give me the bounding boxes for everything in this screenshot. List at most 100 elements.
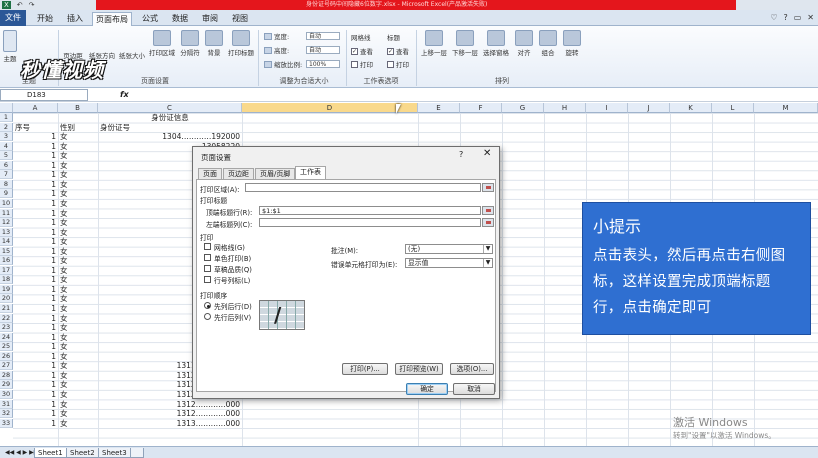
column-header-i[interactable]: I bbox=[586, 103, 628, 113]
index-cell[interactable]: 1 bbox=[13, 333, 56, 342]
index-cell[interactable]: 1 bbox=[13, 199, 56, 208]
align-button[interactable]: 对齐 bbox=[514, 30, 534, 57]
row-header[interactable]: 26 bbox=[0, 351, 13, 361]
redo-icon[interactable]: ↷ bbox=[29, 1, 35, 9]
index-cell[interactable]: 1 bbox=[13, 218, 56, 227]
gender-cell[interactable]: 女 bbox=[60, 275, 98, 284]
column-header-k[interactable]: K bbox=[670, 103, 712, 113]
left-cols-input[interactable] bbox=[259, 218, 481, 227]
column-header-f[interactable]: F bbox=[460, 103, 502, 113]
gridlines-checkbox[interactable] bbox=[204, 243, 211, 250]
index-cell[interactable]: 1 bbox=[13, 304, 56, 313]
column-header-b[interactable]: B bbox=[58, 103, 98, 113]
gender-cell[interactable]: 女 bbox=[60, 180, 98, 189]
restore-icon[interactable]: ▭ bbox=[794, 13, 802, 22]
gender-cell[interactable]: 女 bbox=[60, 228, 98, 237]
row-header[interactable]: 7 bbox=[0, 170, 13, 180]
index-cell[interactable]: 1 bbox=[13, 285, 56, 294]
headings-view-checkbox[interactable]: ✓ 查看 bbox=[387, 46, 409, 56]
dialog-tab-margins[interactable]: 页边距 bbox=[223, 168, 254, 179]
id-cell[interactable]: 1304…………192000 bbox=[98, 132, 240, 141]
row-header[interactable]: 22 bbox=[0, 313, 13, 323]
gender-cell[interactable]: 女 bbox=[60, 218, 98, 227]
row-header[interactable]: 2 bbox=[0, 122, 13, 132]
row-header[interactable]: 30 bbox=[0, 389, 13, 399]
gender-cell[interactable]: 女 bbox=[60, 209, 98, 218]
row-header[interactable]: 25 bbox=[0, 342, 13, 352]
gender-cell[interactable]: 女 bbox=[60, 361, 98, 370]
sheet-tab-sheet2[interactable]: Sheet2 bbox=[66, 448, 99, 458]
gender-cell[interactable]: 女 bbox=[60, 247, 98, 256]
row-header[interactable]: 8 bbox=[0, 179, 13, 189]
print-preview-button[interactable]: 打印预览(W) bbox=[395, 363, 443, 375]
index-cell[interactable]: 1 bbox=[13, 419, 56, 428]
row-header[interactable]: 14 bbox=[0, 237, 13, 247]
gender-cell[interactable]: 女 bbox=[60, 304, 98, 313]
row-col-headings-checkbox[interactable] bbox=[204, 276, 211, 283]
index-cell[interactable]: 1 bbox=[13, 161, 56, 170]
gender-cell[interactable]: 女 bbox=[60, 294, 98, 303]
row-header[interactable]: 13 bbox=[0, 227, 13, 237]
name-box[interactable]: D183 bbox=[0, 89, 88, 101]
gender-cell[interactable]: 女 bbox=[60, 333, 98, 342]
row-header[interactable]: 23 bbox=[0, 323, 13, 333]
index-cell[interactable]: 1 bbox=[13, 380, 56, 389]
help-icon[interactable]: ? bbox=[783, 13, 787, 22]
down-then-over-radio[interactable] bbox=[204, 302, 211, 309]
left-cols-picker-icon[interactable] bbox=[482, 218, 494, 227]
row-header[interactable]: 4 bbox=[0, 141, 13, 151]
errors-select[interactable]: 显示值 ▼ bbox=[405, 258, 493, 268]
row-header[interactable]: 31 bbox=[0, 399, 13, 409]
print-area-input[interactable] bbox=[245, 183, 481, 192]
index-cell[interactable]: 1 bbox=[13, 142, 56, 151]
row-header[interactable]: 27 bbox=[0, 361, 13, 371]
row-header[interactable]: 29 bbox=[0, 380, 13, 390]
header-cell[interactable]: 性别 bbox=[60, 123, 98, 132]
index-cell[interactable]: 1 bbox=[13, 266, 56, 275]
gender-cell[interactable]: 女 bbox=[60, 170, 98, 179]
gender-cell[interactable]: 女 bbox=[60, 256, 98, 265]
gender-cell[interactable]: 女 bbox=[60, 132, 98, 141]
row-header[interactable]: 20 bbox=[0, 294, 13, 304]
gender-cell[interactable]: 女 bbox=[60, 390, 98, 399]
themes-button[interactable]: 主题 bbox=[2, 30, 18, 63]
index-cell[interactable]: 1 bbox=[13, 342, 56, 351]
index-cell[interactable]: 1 bbox=[13, 170, 56, 179]
header-cell[interactable]: 身份证号 bbox=[100, 123, 242, 132]
gender-cell[interactable]: 女 bbox=[60, 314, 98, 323]
index-cell[interactable]: 1 bbox=[13, 314, 56, 323]
gender-cell[interactable]: 女 bbox=[60, 371, 98, 380]
tab-insert[interactable]: 插入 bbox=[62, 12, 88, 26]
id-cell[interactable]: 1313…………000 bbox=[98, 419, 240, 428]
tab-formulas[interactable]: 公式 bbox=[137, 12, 163, 26]
gender-cell[interactable]: 女 bbox=[60, 409, 98, 418]
index-cell[interactable]: 1 bbox=[13, 275, 56, 284]
width-dropdown[interactable]: 自动 bbox=[306, 32, 340, 40]
row-header[interactable]: 6 bbox=[0, 160, 13, 170]
fx-icon[interactable]: fx bbox=[120, 90, 129, 99]
tab-home[interactable]: 开始 bbox=[32, 12, 58, 26]
headings-print-checkbox[interactable]: 打印 bbox=[387, 59, 409, 69]
row-header[interactable]: 12 bbox=[0, 218, 13, 228]
column-header-d[interactable]: D bbox=[242, 103, 418, 113]
height-dropdown[interactable]: 自动 bbox=[306, 46, 340, 54]
index-cell[interactable]: 1 bbox=[13, 256, 56, 265]
margins-button[interactable]: 页边距 bbox=[62, 50, 84, 60]
close-icon[interactable]: ✕ bbox=[483, 148, 491, 159]
dialog-tab-header-footer[interactable]: 页眉/页脚 bbox=[255, 168, 296, 179]
tab-data[interactable]: 数据 bbox=[167, 12, 193, 26]
dialog-tab-sheet[interactable]: 工作表 bbox=[295, 166, 326, 179]
row-header[interactable]: 9 bbox=[0, 189, 13, 199]
top-rows-input[interactable]: $1:$1 bbox=[259, 206, 481, 215]
gender-cell[interactable]: 女 bbox=[60, 419, 98, 428]
help-icon[interactable]: ? bbox=[459, 150, 463, 159]
gender-cell[interactable]: 女 bbox=[60, 285, 98, 294]
gender-cell[interactable]: 女 bbox=[60, 352, 98, 361]
gender-cell[interactable]: 女 bbox=[60, 380, 98, 389]
column-header-g[interactable]: G bbox=[502, 103, 544, 113]
print-area-picker-icon[interactable] bbox=[482, 183, 494, 192]
index-cell[interactable]: 1 bbox=[13, 323, 56, 332]
index-cell[interactable]: 1 bbox=[13, 228, 56, 237]
row-header[interactable]: 5 bbox=[0, 151, 13, 161]
print-titles-button[interactable]: 打印标题 bbox=[226, 30, 256, 57]
